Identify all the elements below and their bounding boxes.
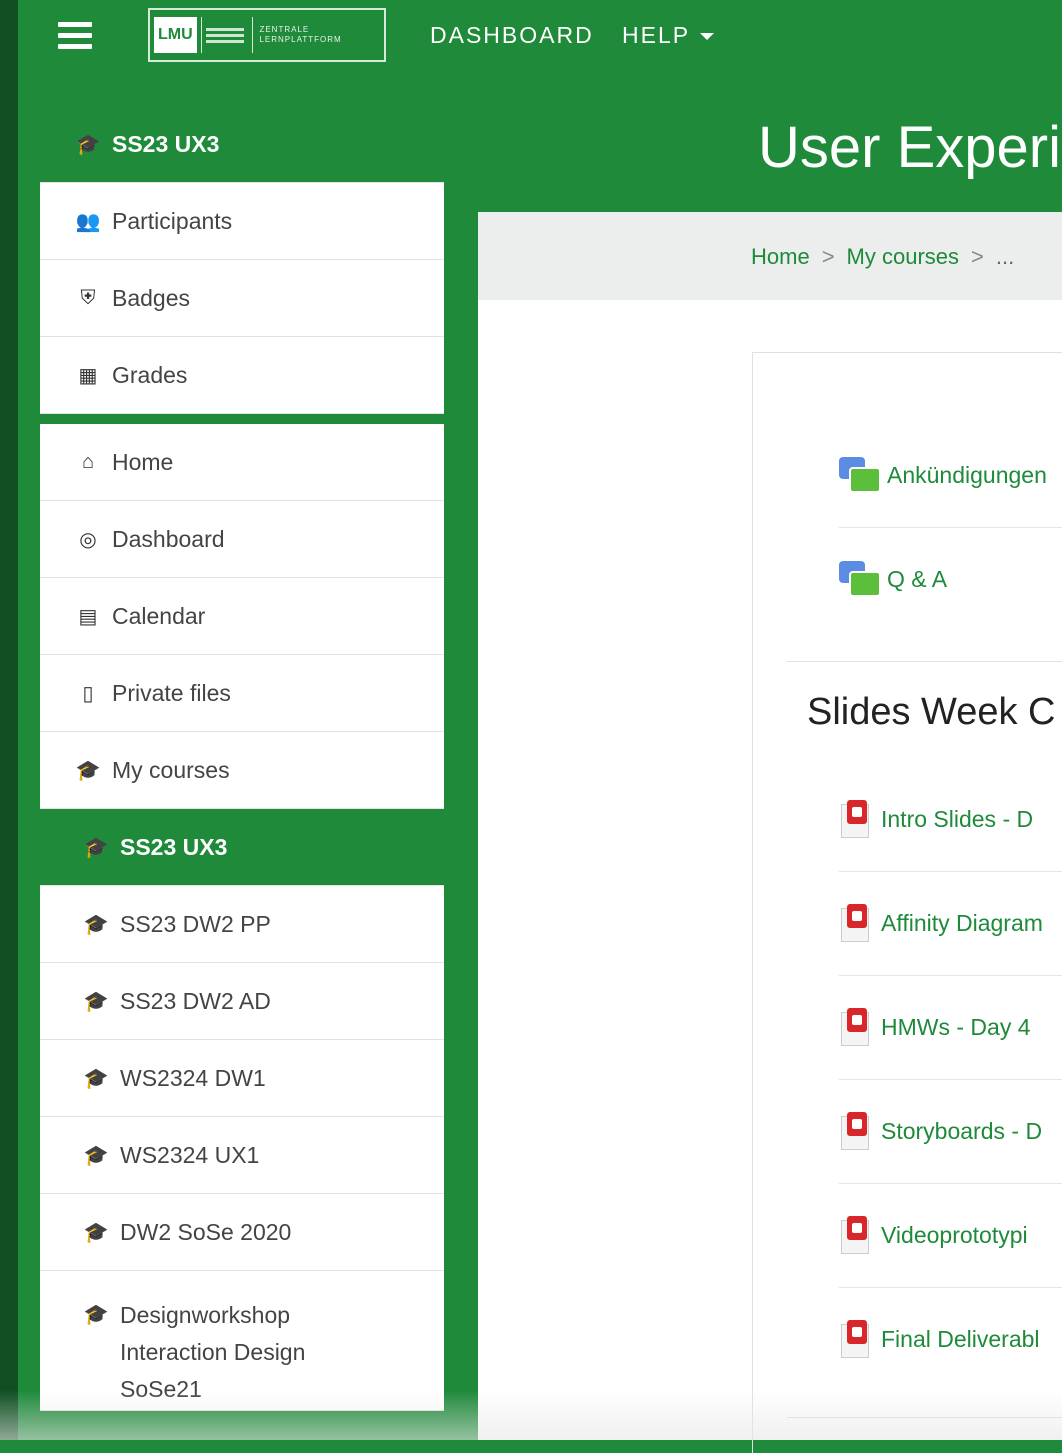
calendar-icon: ▤ — [78, 605, 98, 628]
sidebar-item-label: Designworkshop Interaction Design SoSe21 — [120, 1302, 306, 1402]
breadcrumb-separator: > — [821, 244, 835, 269]
course-section-card: Ankündigungen Q & A Slides Week C Intro … — [752, 352, 1062, 1453]
sidebar-item-dw2-sose-2020[interactable]: 🎓 DW2 SoSe 2020 — [40, 1194, 444, 1271]
sidebar-item-dashboard[interactable]: ◎ Dashboard — [40, 501, 444, 578]
sidebar-item-designworkshop[interactable]: 🎓 Designworkshop Interaction Design SoSe2… — [40, 1271, 444, 1411]
sidebar-item-home[interactable]: ⌂ Home — [40, 424, 444, 501]
section-divider — [787, 1417, 1062, 1418]
sidebar-item-label: Calendar — [112, 602, 206, 629]
sidebar-item-label: SS23 DW2 PP — [120, 910, 271, 937]
users-icon: 👥 — [75, 210, 101, 233]
graduation-cap-icon: 🎓 — [83, 913, 109, 936]
window-edge — [0, 0, 18, 1440]
graduation-cap-icon: 🎓 — [83, 836, 109, 859]
sidebar-item-label: Badges — [112, 284, 191, 311]
resource-link[interactable]: Intro Slides - D — [881, 806, 1033, 833]
sidebar-item-participants[interactable]: 👥 Participants — [40, 183, 444, 260]
logo-stripes — [200, 17, 249, 53]
pdf-icon — [839, 1320, 873, 1358]
sidebar-item-label: Private files — [112, 679, 231, 706]
graduation-cap-icon: 🎓 — [83, 1221, 109, 1244]
resource-affinity-diagram[interactable]: Affinity Diagram — [839, 871, 1062, 976]
sidebar-item-label: SS23 DW2 AD — [120, 987, 271, 1014]
resource-storyboards[interactable]: Storyboards - D — [839, 1079, 1062, 1184]
sidebar-divider — [40, 414, 444, 424]
nav-help-dropdown[interactable]: HELP — [622, 22, 715, 49]
lmu-logo[interactable]: LMU ZENTRALE LERNPLATTFORM — [148, 8, 386, 62]
resource-intro-slides[interactable]: Intro Slides - D — [839, 767, 1062, 872]
logo-subtext: ZENTRALE LERNPLATTFORM — [252, 17, 380, 53]
sidebar-item-ss23-ux3[interactable]: 🎓 SS23 UX3 — [40, 809, 444, 886]
pdf-icon — [839, 1216, 873, 1254]
breadcrumb-home[interactable]: Home — [751, 244, 810, 269]
menu-toggle-icon[interactable] — [58, 22, 92, 52]
breadcrumb: Home > My courses >... — [478, 212, 1062, 300]
sidebar-item-my-courses[interactable]: 🎓 My courses — [40, 732, 444, 809]
sidebar-item-label: Participants — [112, 207, 233, 234]
sidebar-item-course-home[interactable]: 🎓 SS23 UX3 — [40, 106, 444, 183]
sidebar-item-label: DW2 SoSe 2020 — [120, 1218, 292, 1245]
main-content: User Experie Home > My courses >... Ankündi… — [478, 74, 1062, 1453]
activity-link[interactable]: Ankündigungen — [887, 462, 1047, 489]
sidebar-item-ws2324-dw1[interactable]: 🎓 WS2324 DW1 — [40, 1040, 444, 1117]
activity-link[interactable]: Q & A — [887, 566, 947, 593]
graduation-cap-icon: 🎓 — [83, 990, 109, 1013]
sidebar-item-ws2324-ux1[interactable]: 🎓 WS2324 UX1 — [40, 1117, 444, 1194]
sidebar-item-private-files[interactable]: ▯ Private files — [40, 655, 444, 732]
pdf-icon — [839, 1008, 873, 1046]
home-icon: ⌂ — [81, 450, 95, 473]
shield-icon: ⛨ — [80, 286, 96, 309]
sidebar-item-label: Grades — [112, 361, 188, 388]
page-header: User Experie — [478, 74, 1062, 212]
sidebar-item-label: SS23 UX3 — [112, 130, 220, 157]
forum-announcements[interactable]: Ankündigungen — [839, 423, 1062, 528]
pdf-icon — [839, 904, 873, 942]
resource-hmws[interactable]: HMWs - Day 4 — [839, 975, 1062, 1080]
table-icon: ▦ — [78, 364, 98, 387]
section-title: Slides Week C — [807, 691, 1056, 733]
sidebar-item-label: Dashboard — [112, 525, 225, 552]
chevron-down-icon — [700, 33, 715, 41]
file-icon: ▯ — [82, 682, 94, 705]
sidebar-item-label: My courses — [112, 756, 230, 783]
sidebar-item-label: Home — [112, 448, 174, 475]
sidebar-nav: 🎓 SS23 UX3 👥 Participants ⛨ Badges ▦ Grades … — [40, 106, 444, 1411]
forum-icon — [839, 561, 881, 597]
sidebar-item-label: SS23 UX3 — [120, 833, 228, 860]
resource-link[interactable]: Videoprototypi — [881, 1222, 1028, 1249]
sidebar-item-calendar[interactable]: ▤ Calendar — [40, 578, 444, 655]
top-navbar: LMU ZENTRALE LERNPLATTFORM DASHBOARD HEL… — [18, 0, 1062, 74]
resource-link[interactable]: Final Deliverabl — [881, 1326, 1040, 1353]
graduation-cap-icon: 🎓 — [75, 133, 101, 156]
forum-qa[interactable]: Q & A — [839, 527, 1062, 631]
dashboard-icon: ◎ — [79, 528, 97, 551]
forum-icon — [839, 457, 881, 493]
breadcrumb-separator: > — [971, 244, 984, 269]
help-label: HELP — [622, 22, 691, 48]
resource-link[interactable]: Storyboards - D — [881, 1118, 1042, 1145]
pdf-icon — [839, 800, 873, 838]
graduation-cap-icon: 🎓 — [83, 1304, 109, 1326]
resource-link[interactable]: HMWs - Day 4 — [881, 1014, 1031, 1041]
sidebar-item-grades[interactable]: ▦ Grades — [40, 337, 444, 414]
resource-link[interactable]: Affinity Diagram — [881, 910, 1043, 937]
resource-final-deliverable[interactable]: Final Deliverabl — [839, 1287, 1062, 1391]
resource-videoprototyping[interactable]: Videoprototypi — [839, 1183, 1062, 1288]
breadcrumb-ellipsis[interactable]: ... — [996, 244, 1014, 269]
breadcrumb-my-courses[interactable]: My courses — [847, 244, 959, 269]
graduation-cap-icon: 🎓 — [83, 1067, 109, 1090]
pdf-icon — [839, 1112, 873, 1150]
sidebar-item-badges[interactable]: ⛨ Badges — [40, 260, 444, 337]
sidebar-item-label: WS2324 DW1 — [120, 1064, 266, 1091]
graduation-cap-icon: 🎓 — [83, 1144, 109, 1167]
nav-dashboard-link[interactable]: DASHBOARD — [430, 22, 594, 49]
sidebar-item-ss23-dw2-ad[interactable]: 🎓 SS23 DW2 AD — [40, 963, 444, 1040]
course-title: User Experie — [758, 115, 1062, 180]
graduation-cap-icon: 🎓 — [75, 759, 101, 782]
logo-text: LMU — [154, 17, 197, 53]
sidebar-item-label: WS2324 UX1 — [120, 1141, 260, 1168]
sidebar-item-ss23-dw2-pp[interactable]: 🎓 SS23 DW2 PP — [40, 886, 444, 963]
section-divider — [787, 661, 1062, 662]
